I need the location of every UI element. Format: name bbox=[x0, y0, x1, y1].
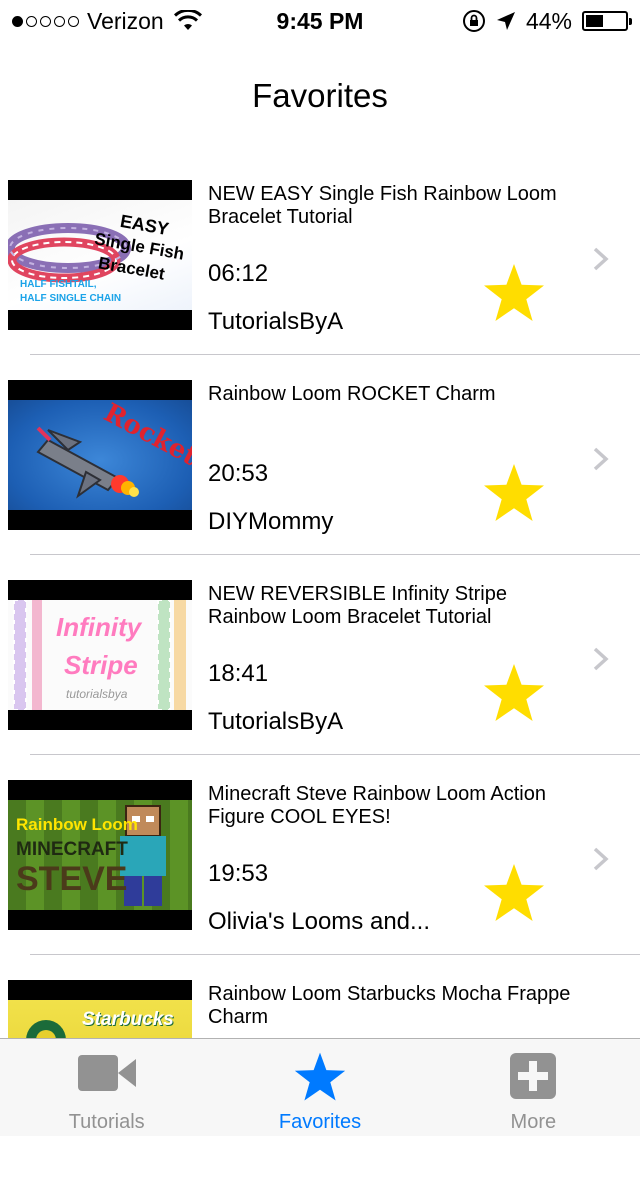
video-thumbnail: Rocket bbox=[8, 380, 192, 530]
location-arrow-icon bbox=[496, 12, 515, 30]
chevron-right-icon[interactable] bbox=[592, 646, 610, 672]
video-duration: 06:12 bbox=[208, 260, 269, 287]
favorite-star-icon[interactable] bbox=[482, 462, 546, 524]
tab-label: Favorites bbox=[278, 1111, 362, 1133]
video-camera-icon bbox=[77, 1055, 136, 1091]
video-duration: 18:41 bbox=[208, 660, 269, 687]
video-thumbnail: Rainbow Loom MINECRAFT STEVE bbox=[8, 780, 192, 930]
video-thumbnail: EASY Single Fish Bracelet HALF FISHTAIL,… bbox=[8, 180, 192, 330]
video-thumbnail: Infinity Stripe tutorialsbya bbox=[8, 580, 192, 730]
tab-more[interactable]: More bbox=[427, 1039, 640, 1136]
list-item[interactable]: Rainbow Loom MINECRAFT STEVE Minecraft S… bbox=[0, 780, 640, 980]
chevron-right-icon[interactable] bbox=[592, 246, 610, 272]
favorite-star-icon[interactable] bbox=[482, 262, 546, 324]
thumbnail-caption: STEVE bbox=[16, 860, 128, 898]
thumbnail-caption: Starbucks bbox=[82, 1009, 174, 1030]
thumbnail-image: Rainbow Loom MINECRAFT STEVE bbox=[8, 800, 192, 910]
video-title: NEW EASY Single Fish Rainbow Loom Bracel… bbox=[208, 183, 557, 228]
video-title: Rainbow Loom ROCKET Charm bbox=[208, 383, 496, 405]
channel-name: DIYMommy bbox=[208, 508, 334, 535]
tab-label: More bbox=[510, 1111, 557, 1133]
star-icon bbox=[294, 1052, 346, 1101]
row-separator bbox=[30, 554, 640, 555]
tab-favorites[interactable]: Favorites bbox=[213, 1039, 426, 1136]
thumbnail-image: Rocket bbox=[8, 400, 192, 510]
video-title: Minecraft Steve Rainbow Loom Action Figu… bbox=[208, 783, 546, 828]
plus-square-icon bbox=[510, 1053, 557, 1099]
channel-name: TutorialsByA bbox=[208, 308, 344, 335]
battery-icon bbox=[582, 11, 632, 31]
battery-percent: 44% bbox=[525, 7, 572, 34]
channel-name: Olivia's Looms and... bbox=[208, 908, 431, 935]
video-title: Rainbow Loom Starbucks Mocha Frappe Char… bbox=[208, 983, 571, 1028]
video-duration: 19:53 bbox=[208, 860, 269, 887]
list-item[interactable]: Infinity Stripe tutorialsbya NEW REVERSI… bbox=[0, 580, 640, 780]
thumbnail-caption: tutorialsbya bbox=[66, 687, 128, 701]
list-item[interactable]: Rocket Rainbow Loom ROCKET Charm 20:53 D… bbox=[0, 380, 640, 580]
video-title: NEW REVERSIBLE Infinity Stripe Rainbow L… bbox=[208, 583, 507, 628]
favorite-star-icon[interactable] bbox=[482, 862, 546, 924]
thumbnail-caption: MINECRAFT bbox=[16, 839, 128, 860]
thumbnail-caption: HALF FISHTAIL, bbox=[20, 279, 97, 290]
navigation-bar: Favorites bbox=[0, 40, 640, 128]
tab-label: Tutorials bbox=[68, 1111, 145, 1133]
battery-fill bbox=[586, 15, 603, 27]
row-separator bbox=[30, 754, 640, 755]
status-bar: Verizon 9:45 PM 44% bbox=[0, 0, 640, 40]
favorite-star-icon[interactable] bbox=[482, 662, 546, 724]
row-separator bbox=[30, 954, 640, 955]
chevron-right-icon[interactable] bbox=[592, 446, 610, 472]
list-item[interactable]: EASY Single Fish Bracelet HALF FISHTAIL,… bbox=[0, 180, 640, 380]
channel-name: TutorialsByA bbox=[208, 708, 344, 735]
orientation-lock-icon bbox=[462, 10, 485, 32]
thumbnail-caption: Stripe bbox=[64, 650, 138, 680]
thumbnail-caption: HALF SINGLE CHAIN bbox=[20, 293, 122, 304]
chevron-right-icon[interactable] bbox=[592, 846, 610, 872]
thumbnail-caption: Rainbow Loom bbox=[16, 815, 138, 834]
thumbnail-image: Infinity Stripe tutorialsbya bbox=[8, 600, 192, 710]
favorites-list[interactable]: EASY Single Fish Bracelet HALF FISHTAIL,… bbox=[0, 180, 640, 1180]
thumbnail-image: EASY Single Fish Bracelet HALF FISHTAIL,… bbox=[8, 200, 192, 310]
status-bar-right: 44% bbox=[462, 6, 632, 36]
thumbnail-caption: Infinity bbox=[56, 612, 142, 642]
tab-bar: Tutorials Favorites More bbox=[0, 1038, 640, 1136]
row-separator bbox=[30, 354, 640, 355]
video-duration: 20:53 bbox=[208, 460, 269, 487]
page-title: Favorites bbox=[252, 77, 388, 114]
tab-tutorials[interactable]: Tutorials bbox=[0, 1039, 213, 1136]
